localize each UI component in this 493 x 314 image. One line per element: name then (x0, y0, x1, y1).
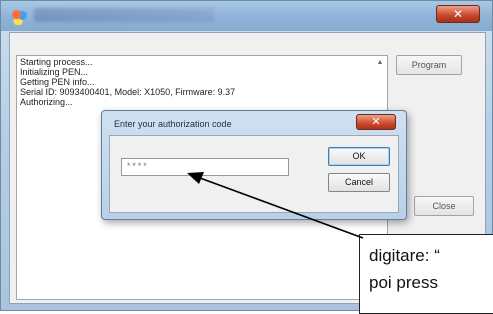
authorization-dialog: Enter your authorization code ✕ **** OK … (101, 110, 407, 220)
scroll-up-icon[interactable]: ▲ (375, 58, 385, 68)
window-close-button[interactable]: ✕ (436, 5, 480, 23)
callout-line: digitare: “ (369, 246, 440, 265)
dialog-close-button[interactable]: ✕ (356, 114, 396, 130)
program-button[interactable]: Program (396, 55, 462, 75)
close-icon: ✕ (371, 115, 381, 128)
annotation-callout: digitare: “ poi press (359, 234, 493, 314)
close-icon: ✕ (452, 7, 464, 21)
dialog-title: Enter your authorization code (114, 119, 232, 129)
log-line: Initializing PEN... (20, 67, 89, 77)
dialog-body: **** OK Cancel (109, 135, 399, 213)
close-button[interactable]: Close (414, 196, 474, 216)
window-title (34, 8, 214, 22)
log-line: Authorizing... (20, 97, 73, 107)
cancel-button[interactable]: Cancel (328, 173, 390, 192)
log-line: Getting PEN info... (20, 77, 95, 87)
log-line: Starting process... (20, 57, 93, 67)
title-bar[interactable]: ✕ (1, 1, 492, 31)
authorization-code-input[interactable]: **** (121, 158, 289, 176)
log-line: Serial ID: 9093400401, Model: X1050, Fir… (20, 87, 236, 97)
callout-line: poi press (369, 273, 438, 292)
ok-button[interactable]: OK (328, 147, 390, 166)
app-icon (11, 9, 27, 25)
